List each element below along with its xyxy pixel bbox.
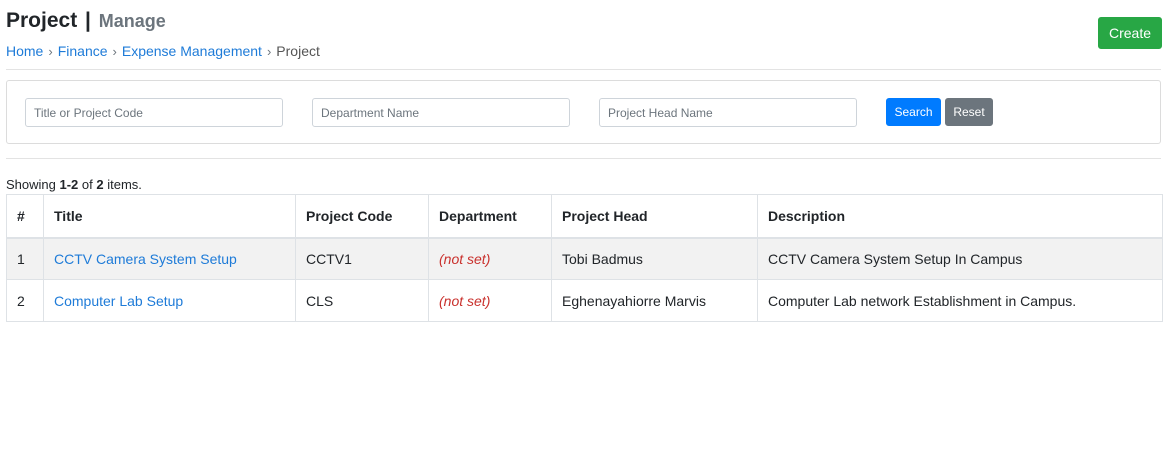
page-header: Project | Manage Home › Finance › Expense Ma… bbox=[6, 8, 320, 60]
breadcrumb-separator: › bbox=[266, 44, 272, 59]
summary-prefix: Showing bbox=[6, 177, 56, 192]
page-subtitle: Manage bbox=[98, 11, 166, 31]
breadcrumb: Home › Finance › Expense Management › Project bbox=[6, 43, 320, 60]
row-title-cell: Computer Lab Setup bbox=[43, 279, 296, 322]
column-header-description[interactable]: Description bbox=[757, 194, 1163, 239]
row-title-cell: CCTV Camera System Setup bbox=[43, 237, 296, 280]
summary-of: of bbox=[81, 177, 93, 192]
page-title: Project | Manage bbox=[6, 8, 320, 34]
project-head-search-input[interactable] bbox=[599, 98, 857, 127]
column-header-department[interactable]: Department bbox=[428, 194, 552, 239]
row-project-head: Tobi Badmus bbox=[551, 237, 758, 280]
reset-button[interactable]: Reset bbox=[945, 98, 993, 126]
title-code-search-input[interactable] bbox=[25, 98, 283, 127]
search-filter-panel: Search Reset bbox=[6, 80, 1161, 144]
results-summary: Showing 1-2 of 2 items. bbox=[6, 177, 142, 192]
project-title-link[interactable]: Computer Lab Setup bbox=[54, 293, 183, 309]
summary-suffix: items. bbox=[107, 177, 142, 192]
summary-total: 2 bbox=[96, 177, 104, 192]
header-divider bbox=[6, 69, 1161, 70]
breadcrumb-separator: › bbox=[112, 44, 117, 59]
column-header-number: # bbox=[6, 194, 44, 239]
department-not-set: (not set) bbox=[439, 250, 491, 267]
project-title-link[interactable]: CCTV Camera System Setup bbox=[54, 251, 237, 267]
page-title-main: Project bbox=[6, 9, 78, 32]
table-row: 1 CCTV Camera System Setup CCTV1 (not se… bbox=[6, 237, 1163, 280]
title-separator: | bbox=[85, 9, 91, 32]
department-not-set: (not set) bbox=[439, 292, 491, 309]
column-header-project-head[interactable]: Project Head bbox=[551, 194, 758, 239]
row-number: 2 bbox=[6, 279, 44, 322]
create-button[interactable]: Create bbox=[1098, 17, 1162, 49]
breadcrumb-home[interactable]: Home bbox=[6, 43, 43, 59]
filter-divider bbox=[6, 158, 1161, 159]
department-search-input[interactable] bbox=[312, 98, 570, 127]
row-project-code: CLS bbox=[295, 279, 429, 322]
row-project-head: Eghenayahiorre Marvis bbox=[551, 279, 758, 322]
row-department: (not set) bbox=[428, 237, 552, 280]
projects-table: # Title Project Code Department Project … bbox=[6, 194, 1163, 322]
breadcrumb-finance[interactable]: Finance bbox=[58, 43, 108, 59]
breadcrumb-expense-management[interactable]: Expense Management bbox=[122, 43, 262, 59]
summary-range: 1-2 bbox=[59, 177, 79, 192]
breadcrumb-current: Project bbox=[276, 43, 320, 59]
row-project-code: CCTV1 bbox=[295, 237, 429, 280]
column-header-title[interactable]: Title bbox=[43, 194, 296, 239]
search-button[interactable]: Search bbox=[886, 98, 941, 126]
table-header-row: # Title Project Code Department Project … bbox=[6, 194, 1163, 239]
breadcrumb-separator: › bbox=[48, 44, 53, 59]
column-header-project-code[interactable]: Project Code bbox=[295, 194, 429, 239]
table-row: 2 Computer Lab Setup CLS (not set) Eghen… bbox=[6, 279, 1163, 322]
row-description: Computer Lab network Establishment in Ca… bbox=[757, 279, 1163, 322]
row-department: (not set) bbox=[428, 279, 552, 322]
row-number: 1 bbox=[6, 237, 44, 280]
row-description: CCTV Camera System Setup In Campus bbox=[757, 237, 1163, 280]
